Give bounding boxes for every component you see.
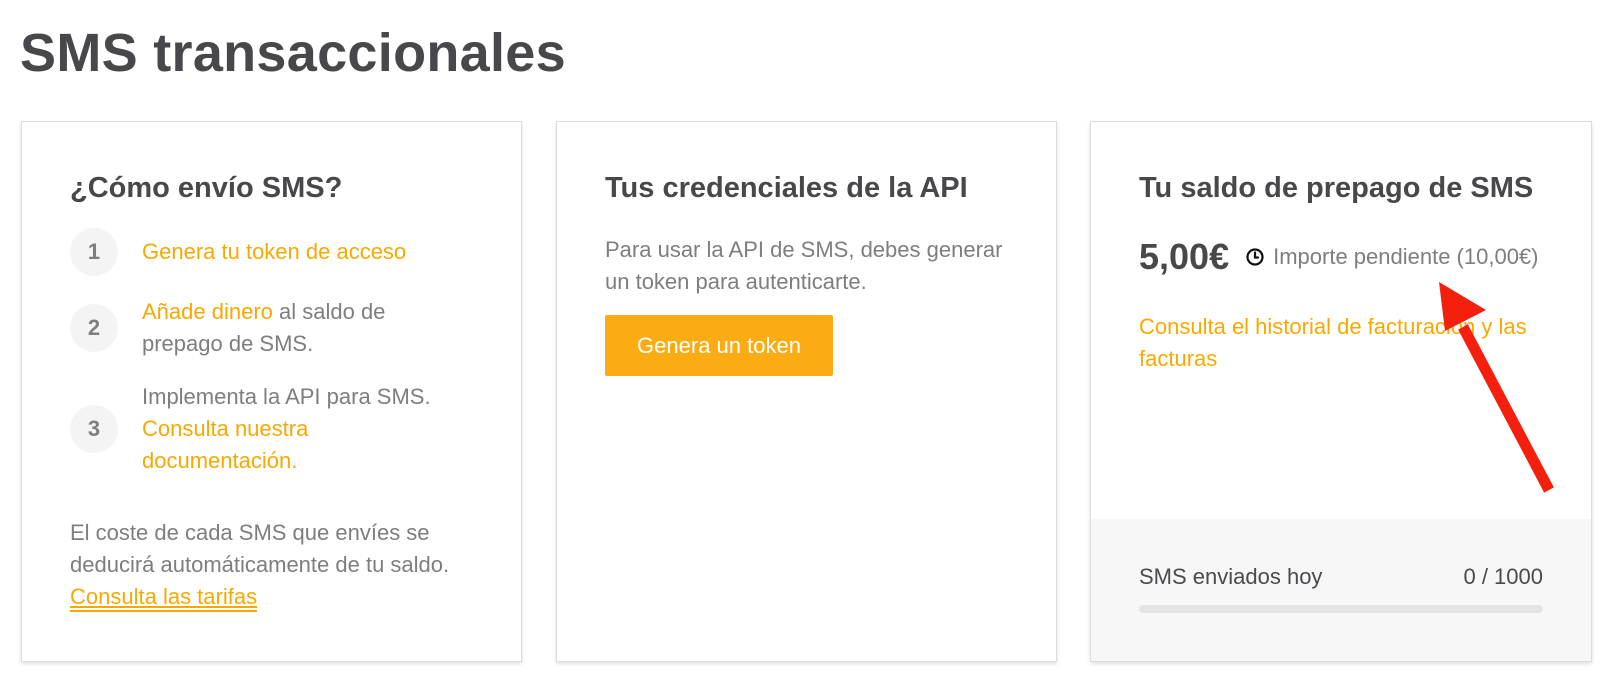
page-title: SMS transaccionales bbox=[20, 23, 566, 83]
step-1: 1 Genera tu token de acceso bbox=[70, 228, 442, 276]
step-description: Implementa la API para SMS. bbox=[142, 384, 431, 409]
pending-amount: Importe pendiente (10,00€) bbox=[1273, 244, 1539, 269]
balance-row: 5,00€ Importe pendiente (10,00€) bbox=[1139, 236, 1539, 278]
step-number: 3 bbox=[70, 405, 118, 453]
how-to-send-card: ¿Cómo envío SMS? 1 Genera tu token de ac… bbox=[21, 121, 522, 662]
usage-progress-bar bbox=[1139, 605, 1543, 613]
usage-panel: SMS enviados hoy 0 / 1000 bbox=[1091, 519, 1591, 661]
documentation-link[interactable]: Consulta nuestra documentación. bbox=[142, 416, 308, 473]
clock-icon bbox=[1245, 247, 1265, 267]
step-text: Implementa la API para SMS. Consulta nue… bbox=[142, 381, 442, 477]
sms-sent-today-label: SMS enviados hoy bbox=[1139, 564, 1323, 589]
api-credentials-card: Tus credenciales de la API Para usar la … bbox=[556, 121, 1057, 662]
step-2: 2 Añade dinero al saldo de prepago de SM… bbox=[70, 296, 442, 360]
balance-amount: 5,00€ bbox=[1139, 236, 1230, 277]
step-number: 1 bbox=[70, 228, 118, 276]
generate-token-button[interactable]: Genera un token bbox=[605, 315, 833, 376]
cost-note-text: El coste de cada SMS que envíes se deduc… bbox=[70, 520, 450, 577]
sms-sent-today-count: 0 / 1000 bbox=[1463, 564, 1543, 589]
prepaid-balance-card: Tu saldo de prepago de SMS 5,00€ Importe… bbox=[1090, 121, 1592, 662]
step-number: 2 bbox=[70, 304, 118, 352]
generate-access-token-link[interactable]: Genera tu token de acceso bbox=[142, 239, 406, 264]
step-3: 3 Implementa la API para SMS. Consulta n… bbox=[70, 381, 442, 477]
step-text: Genera tu token de acceso bbox=[142, 236, 442, 268]
add-money-link[interactable]: Añade dinero bbox=[142, 299, 273, 324]
billing-history-link[interactable]: Consulta el historial de facturación y l… bbox=[1139, 311, 1549, 375]
api-credentials-title: Tus credenciales de la API bbox=[605, 172, 968, 204]
cost-note: El coste de cada SMS que envíes se deduc… bbox=[70, 517, 450, 613]
prepaid-balance-title: Tu saldo de prepago de SMS bbox=[1139, 172, 1534, 204]
how-to-send-title: ¿Cómo envío SMS? bbox=[70, 172, 343, 204]
step-text: Añade dinero al saldo de prepago de SMS. bbox=[142, 296, 442, 360]
tariffs-link[interactable]: Consulta las tarifas bbox=[70, 584, 258, 612]
api-description: Para usar la API de SMS, debes generar u… bbox=[605, 237, 1003, 294]
